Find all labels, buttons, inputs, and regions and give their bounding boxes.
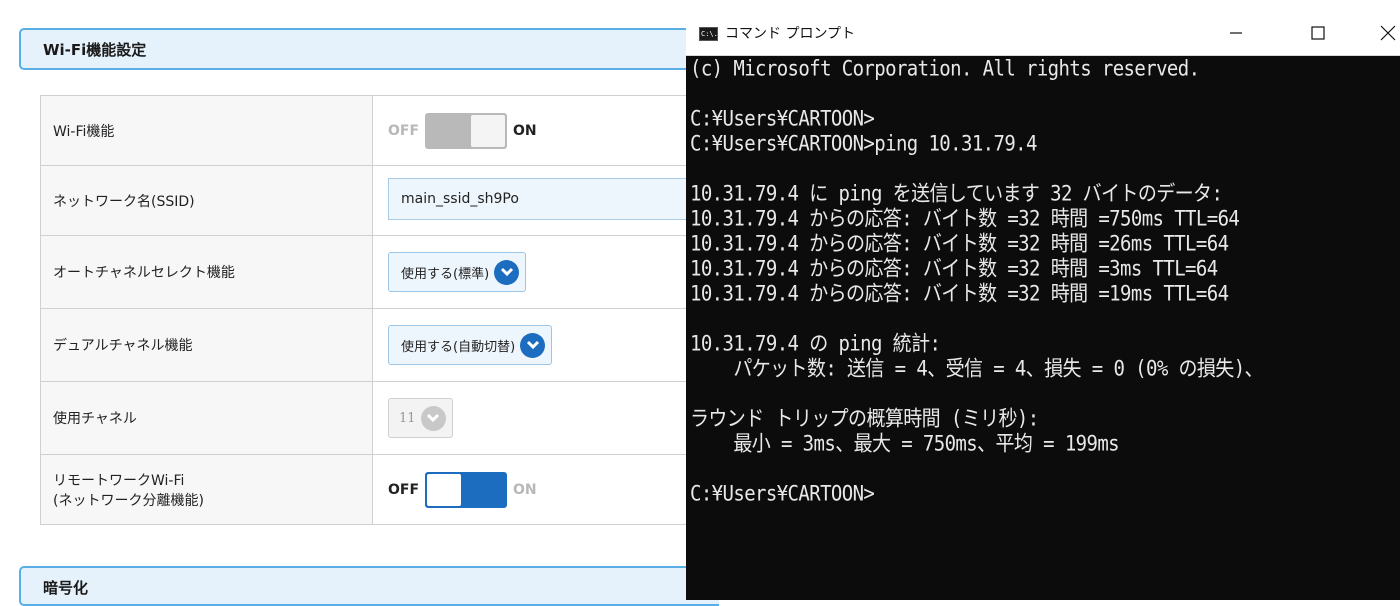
remote-work-label-line2: (ネットワーク分離機能) <box>53 492 204 509</box>
command-prompt-window[interactable]: C:\. コマンド プロンプト (c) Microsoft Corporatio… <box>686 10 1400 600</box>
table-row: リモートワークWi-Fi (ネットワーク分離機能) OFF ON <box>40 454 720 525</box>
section-header-encryption: 暗号化 <box>19 566 719 606</box>
select-value: 使用する(自動切替) <box>401 339 516 355</box>
dual-channel-select[interactable]: 使用する(自動切替) <box>388 325 553 365</box>
toggle-off-label: OFF <box>388 122 420 139</box>
channel-select[interactable]: 11 <box>388 398 453 438</box>
console-line: 最小 = 3ms、最大 = 750ms、平均 = 199ms <box>690 431 1120 457</box>
table-row: デュアルチャネル機能 使用する(自動切替) <box>40 308 720 382</box>
remote-work-label-line1: リモートワークWi-Fi <box>53 472 185 489</box>
select-value: 11 <box>399 410 416 426</box>
wifi-function-label: Wi-Fi機能 <box>40 95 373 166</box>
chevron-down-icon <box>520 332 546 358</box>
maximize-icon <box>1311 26 1325 40</box>
toggle-on-label: ON <box>513 481 537 498</box>
toggle-on-label: ON <box>513 122 537 139</box>
toggle-switch[interactable] <box>425 471 508 508</box>
console-line: 10.31.79.4 の ping 統計: <box>690 331 941 357</box>
console-line: 10.31.79.4 からの応答: バイト数 =32 時間 =3ms TTL=6… <box>690 256 1218 282</box>
wifi-function-toggle[interactable]: OFF ON <box>388 112 537 149</box>
minimize-button[interactable] <box>1204 10 1268 56</box>
router-settings-page: Wi-Fi機能設定 Wi-Fi機能 OFF ON ネットワーク名(SSID) m… <box>0 0 720 606</box>
console-line: 10.31.79.4 に ping を送信しています 32 バイトのデータ: <box>690 181 1223 207</box>
auto-channel-label: オートチャネルセレクト機能 <box>40 235 373 309</box>
dual-channel-label: デュアルチャネル機能 <box>40 308 373 382</box>
toggle-knob <box>471 114 506 147</box>
toggle-switch[interactable] <box>425 112 508 149</box>
window-titlebar[interactable]: C:\. コマンド プロンプト <box>686 10 1400 56</box>
console-line: 10.31.79.4 からの応答: バイト数 =32 時間 =26ms TTL=… <box>690 231 1229 257</box>
remote-work-toggle[interactable]: OFF ON <box>388 471 537 508</box>
console-line: ラウンド トリップの概算時間 (ミリ秒): <box>690 406 1039 432</box>
ssid-label: ネットワーク名(SSID) <box>40 165 373 236</box>
close-button[interactable] <box>1356 10 1400 56</box>
select-value: 使用する(標準) <box>401 266 490 282</box>
toggle-knob <box>427 473 462 506</box>
console-output[interactable]: (c) Microsoft Corporation. All rights re… <box>690 57 1396 597</box>
chevron-down-icon <box>494 259 520 285</box>
maximize-button[interactable] <box>1286 10 1350 56</box>
console-line: C:¥Users¥CARTOON>ping 10.31.79.4 <box>690 131 1037 157</box>
channel-label: 使用チャネル <box>40 381 373 455</box>
table-row: Wi-Fi機能 OFF ON <box>40 95 720 166</box>
toggle-off-label: OFF <box>388 481 420 498</box>
table-row: オートチャネルセレクト機能 使用する(標準) <box>40 235 720 309</box>
remote-work-label: リモートワークWi-Fi (ネットワーク分離機能) <box>40 454 373 525</box>
console-line: 10.31.79.4 からの応答: バイト数 =32 時間 =19ms TTL=… <box>690 281 1229 307</box>
minimize-icon <box>1230 32 1242 34</box>
console-line: C:¥Users¥CARTOON> <box>690 106 875 132</box>
window-title: コマンド プロンプト <box>725 26 856 42</box>
close-icon <box>1380 25 1396 41</box>
table-row: ネットワーク名(SSID) main_ssid_sh9Po <box>40 165 720 236</box>
auto-channel-select[interactable]: 使用する(標準) <box>388 252 527 292</box>
section-header-wifi-settings: Wi-Fi機能設定 <box>19 28 719 70</box>
wifi-settings-table: Wi-Fi機能 OFF ON ネットワーク名(SSID) main_ssid_s… <box>40 95 720 525</box>
cmd-app-icon[interactable]: C:\. <box>699 27 718 41</box>
console-line: 10.31.79.4 からの応答: バイト数 =32 時間 =750ms TTL… <box>690 206 1240 232</box>
section-title: 暗号化 <box>43 579 89 597</box>
console-line: C:¥Users¥CARTOON> <box>690 481 875 507</box>
table-row: 使用チャネル 11 <box>40 381 720 455</box>
console-line: パケット数: 送信 = 4、受信 = 4、損失 = 0 (0% の損失)、 <box>690 356 1263 382</box>
ssid-input[interactable]: main_ssid_sh9Po <box>388 178 718 220</box>
chevron-down-icon <box>420 405 446 431</box>
section-title: Wi-Fi機能設定 <box>43 41 147 59</box>
